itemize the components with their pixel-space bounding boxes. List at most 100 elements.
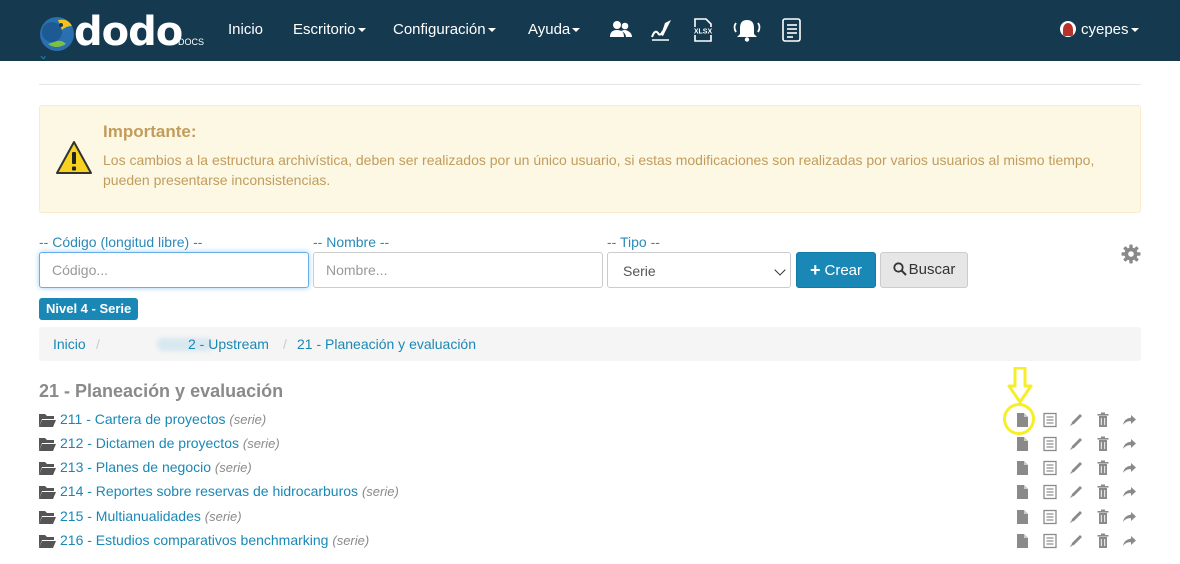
- crear-label: Crear: [824, 262, 863, 279]
- series-link[interactable]: 214 - Reportes sobre reservas de hidroca…: [60, 483, 399, 499]
- series-link[interactable]: 216 - Estudios comparativos benchmarking…: [60, 532, 369, 548]
- nav-escritorio[interactable]: Escritorio: [293, 21, 366, 38]
- list-icon[interactable]: [1042, 460, 1058, 476]
- nav-configuracion-label: Configuración: [393, 21, 486, 38]
- series-name: 216 - Estudios comparativos benchmarking: [60, 532, 329, 548]
- breadcrumb-separator: /: [283, 336, 287, 352]
- user-menu[interactable]: cyepes: [1060, 21, 1139, 38]
- top-navbar: dodo DOCS Inicio Escritorio Configuració…: [0, 0, 1180, 61]
- pencil-icon[interactable]: [1068, 484, 1084, 500]
- series-name: 213 - Planes de negocio: [60, 459, 211, 475]
- svg-text:XLSX: XLSX: [694, 29, 713, 36]
- share-arrow-icon[interactable]: [1121, 509, 1137, 525]
- nav-escritorio-label: Escritorio: [293, 21, 356, 38]
- list-item: 214 - Reportes sobre reservas de hidroca…: [39, 482, 1141, 502]
- series-type-tag: (serie): [361, 484, 399, 499]
- share-arrow-icon[interactable]: [1121, 533, 1137, 549]
- list-icon[interactable]: [1042, 509, 1058, 525]
- series-type-tag: (serie): [242, 436, 280, 451]
- list-item: 216 - Estudios comparativos benchmarking…: [39, 531, 1141, 551]
- trash-icon[interactable]: [1095, 436, 1111, 452]
- share-arrow-icon[interactable]: [1121, 436, 1137, 452]
- breadcrumb-inicio[interactable]: Inicio: [53, 336, 86, 352]
- nav-inicio[interactable]: Inicio: [228, 21, 263, 38]
- folder-open-icon: [39, 511, 56, 524]
- tipo-select[interactable]: Serie: [607, 252, 791, 288]
- series-name: 214 - Reportes sobre reservas de hidroca…: [60, 483, 359, 499]
- list-icon[interactable]: [1042, 412, 1058, 428]
- trash-icon[interactable]: [1095, 460, 1111, 476]
- gear-icon[interactable]: [1121, 244, 1141, 264]
- section-title: 21 - Planeación y evaluación: [39, 381, 284, 401]
- document-icon[interactable]: [1014, 509, 1030, 525]
- list-icon[interactable]: [1042, 484, 1058, 500]
- series-type-tag: (serie): [214, 460, 252, 475]
- users-icon[interactable]: [608, 17, 634, 43]
- list-icon[interactable]: [1042, 533, 1058, 549]
- pencil-icon[interactable]: [1068, 509, 1084, 525]
- series-link[interactable]: 215 - Multianualidades (serie): [60, 508, 242, 524]
- list-item: 211 - Cartera de proyectos (serie): [39, 410, 1141, 430]
- alert-title: Importante:: [103, 122, 197, 141]
- search-icon: [893, 262, 907, 276]
- series-name: 215 - Multianualidades: [60, 508, 201, 524]
- breadcrumb-separator: /: [96, 336, 100, 352]
- brand-name: dodo: [74, 9, 183, 55]
- series-name: 211 - Cartera de proyectos: [60, 411, 226, 427]
- series-link[interactable]: 213 - Planes de negocio (serie): [60, 459, 252, 475]
- xlsx-file-icon[interactable]: XLSX: [690, 17, 716, 43]
- breadcrumb-upstream[interactable]: 2 - Upstream: [188, 336, 269, 352]
- pencil-icon[interactable]: [1068, 533, 1084, 549]
- plus-icon: +: [809, 260, 821, 280]
- warning-icon: [56, 141, 92, 174]
- document-icon[interactable]: [1014, 460, 1030, 476]
- share-arrow-icon[interactable]: [1121, 484, 1137, 500]
- nav-ayuda[interactable]: Ayuda: [528, 21, 581, 38]
- dodo-logo[interactable]: dodo DOCS: [38, 9, 204, 55]
- share-arrow-icon[interactable]: [1121, 460, 1137, 476]
- crear-button[interactable]: + Crear: [796, 252, 876, 288]
- pencil-icon[interactable]: [1068, 460, 1084, 476]
- highlight-circle: [1003, 403, 1035, 435]
- breadcrumb-current[interactable]: 21 - Planeación y evaluación: [297, 336, 476, 352]
- series-type-tag: (serie): [229, 412, 267, 427]
- nombre-input[interactable]: [313, 252, 603, 288]
- dodo-bird-icon: [40, 17, 74, 51]
- nav-configuracion[interactable]: Configuración: [393, 21, 496, 38]
- list-item: 212 - Dictamen de proyectos (serie): [39, 434, 1141, 454]
- alert-message: Los cambios a la estructura archivística…: [103, 152, 1095, 188]
- series-link[interactable]: 211 - Cartera de proyectos (serie): [60, 411, 266, 427]
- highlight-arrow-icon: [1007, 367, 1033, 404]
- trash-icon[interactable]: [1095, 509, 1111, 525]
- caret-down-icon: [572, 28, 581, 33]
- document-icon[interactable]: [1014, 484, 1030, 500]
- caret-down-icon: [357, 28, 366, 33]
- caret-down-icon: [1130, 28, 1139, 33]
- folder-open-icon: [39, 438, 56, 451]
- user-name: cyepes: [1081, 21, 1129, 38]
- folder-open-icon: [39, 486, 56, 499]
- codigo-input[interactable]: [39, 252, 309, 288]
- document-icon[interactable]: [1014, 533, 1030, 549]
- folder-open-icon: [39, 414, 56, 427]
- trash-icon[interactable]: [1095, 484, 1111, 500]
- buscar-button[interactable]: Buscar: [880, 252, 968, 288]
- series-name: 212 - Dictamen de proyectos: [60, 435, 239, 451]
- tipo-selected-value: Serie: [623, 263, 656, 279]
- pencil-icon[interactable]: [1068, 436, 1084, 452]
- series-type-tag: (serie): [332, 533, 370, 548]
- list-icon[interactable]: [1042, 436, 1058, 452]
- caret-down-icon: [487, 28, 496, 33]
- warning-alert: Importante: Los cambios a la estructura …: [39, 105, 1141, 213]
- pencil-icon[interactable]: [1068, 412, 1084, 428]
- checklist-icon[interactable]: [778, 17, 804, 43]
- level-badge: Nivel 4 - Serie: [39, 298, 139, 320]
- breadcrumb: Inicio / 2 - Upstream / 21 - Planeación …: [39, 327, 1141, 361]
- series-link[interactable]: 212 - Dictamen de proyectos (serie): [60, 435, 280, 451]
- bell-icon[interactable]: [731, 17, 763, 43]
- share-arrow-icon[interactable]: [1121, 412, 1137, 428]
- document-icon[interactable]: [1014, 436, 1030, 452]
- signature-icon[interactable]: [649, 17, 675, 43]
- trash-icon[interactable]: [1095, 533, 1111, 549]
- trash-icon[interactable]: [1095, 412, 1111, 428]
